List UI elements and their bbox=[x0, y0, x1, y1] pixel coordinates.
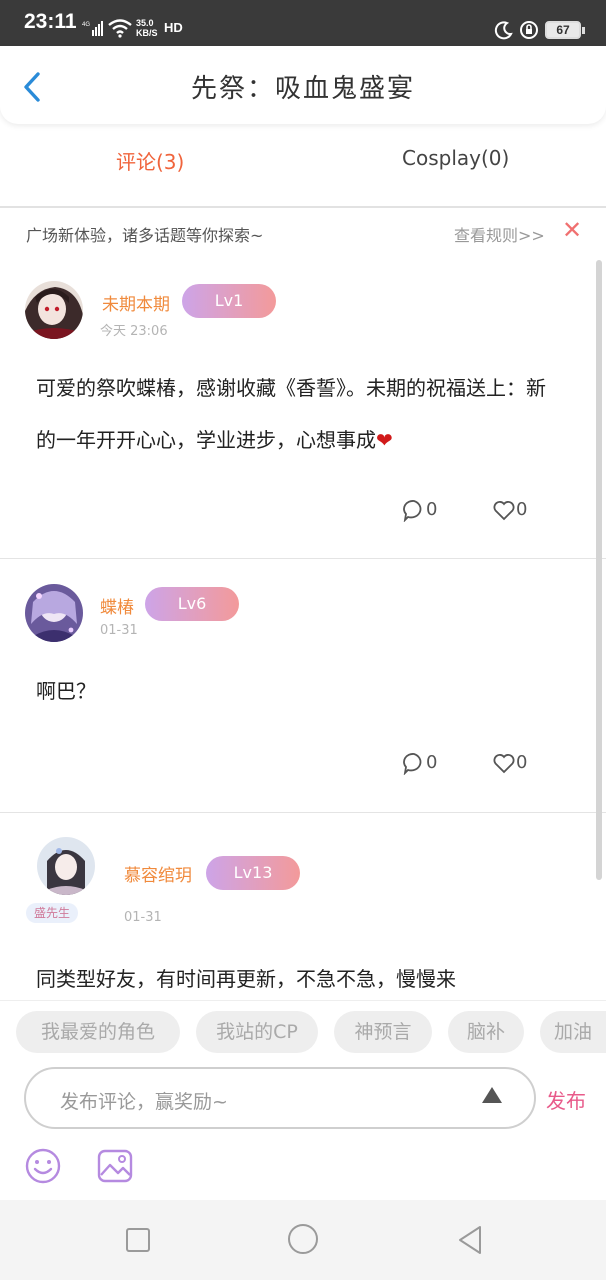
scrollbar[interactable] bbox=[596, 260, 602, 880]
moon-icon bbox=[494, 21, 513, 40]
system-nav-bar bbox=[0, 1200, 606, 1280]
publish-button[interactable]: 发布 bbox=[546, 1085, 586, 1114]
tab-comments[interactable]: 评论(3) bbox=[116, 146, 184, 175]
topic-chip[interactable]: 我最爱的角色 bbox=[16, 1011, 180, 1053]
nav-back-icon[interactable] bbox=[456, 1224, 484, 1256]
notice-bar: 广场新体验，诸多话题等你探索~ 查看规则>> ✕ bbox=[0, 208, 606, 256]
comment-input-placeholder: 发布评论，赢奖励~ bbox=[60, 1091, 228, 1113]
level-badge: Lv1 bbox=[182, 284, 276, 318]
like-button[interactable]: 0 bbox=[492, 751, 527, 775]
home-icon[interactable] bbox=[288, 1224, 318, 1254]
like-button[interactable]: 0 bbox=[492, 498, 527, 522]
topic-chip[interactable]: 加油 bbox=[540, 1011, 606, 1053]
topic-chip[interactable]: 脑补 bbox=[448, 1011, 524, 1053]
tab-cosplay[interactable]: Cosplay(0) bbox=[402, 146, 509, 170]
reply-button[interactable]: 0 bbox=[402, 498, 437, 523]
avatar[interactable] bbox=[25, 584, 83, 642]
comment-item: 蝶椿 Lv6 01-31 啊巴？ 0 0 bbox=[0, 559, 606, 813]
recent-apps-icon[interactable] bbox=[126, 1228, 150, 1252]
comment-bubble-icon bbox=[403, 753, 422, 776]
comment-text: 同类型好友，有时间再更新，不急不急，慢慢来 bbox=[36, 967, 456, 991]
comment-composer: 我最爱的角色 我站的CP 神预言 脑补 加油 发布评论，赢奖励~ 发布 bbox=[0, 1000, 606, 1200]
heart-emoji: ❤ bbox=[376, 428, 393, 452]
image-icon[interactable] bbox=[96, 1147, 134, 1185]
avatar[interactable] bbox=[25, 281, 83, 339]
tab-bar: 评论(3) Cosplay(0) bbox=[0, 128, 606, 206]
post-time: 01-31 bbox=[100, 623, 138, 638]
top-header: 先祭：吸血鬼盛宴 bbox=[0, 46, 606, 124]
comment-feed[interactable]: 未期本期 Lv1 今天 23:06 可爱的祭吹蝶椿，感谢收藏《香誓》。未期的祝福… bbox=[0, 256, 606, 1000]
level-badge: Lv13 bbox=[206, 856, 300, 890]
comment-text: 可爱的祭吹蝶椿，感谢收藏《香誓》。未期的祝福送上：新的一年开开心心，学业进步，心… bbox=[36, 376, 546, 452]
signal-icon: 4G bbox=[82, 21, 103, 36]
heart-icon bbox=[493, 754, 515, 774]
hd-indicator: HD bbox=[164, 20, 183, 35]
topic-chip[interactable]: 神预言 bbox=[334, 1011, 432, 1053]
rotation-lock-icon bbox=[520, 21, 538, 39]
close-icon[interactable]: ✕ bbox=[562, 218, 582, 242]
network-speed: 35.0 KB/S bbox=[136, 18, 158, 38]
avatar[interactable] bbox=[37, 837, 95, 895]
view-rules-link[interactable]: 查看规则>> bbox=[454, 222, 545, 246]
page-title: 先祭：吸血鬼盛宴 bbox=[190, 74, 415, 104]
comment-input[interactable]: 发布评论，赢奖励~ bbox=[24, 1067, 536, 1129]
triangle-up-icon[interactable] bbox=[480, 1085, 504, 1105]
status-bar: 23:11 4G 35.0 KB/S HD 67 bbox=[0, 0, 606, 46]
username[interactable]: 慕容绾玥 bbox=[124, 861, 192, 886]
reply-button[interactable]: 0 bbox=[402, 751, 437, 776]
post-time: 01-31 bbox=[124, 910, 162, 925]
comment-bubble-icon bbox=[403, 500, 422, 523]
username[interactable]: 蝶椿 bbox=[100, 593, 134, 618]
topic-chip[interactable]: 我站的CP bbox=[196, 1011, 318, 1053]
notice-text: 广场新体验，诸多话题等你探索~ bbox=[26, 226, 264, 245]
emoji-icon[interactable] bbox=[24, 1147, 62, 1185]
level-badge: Lv6 bbox=[145, 587, 239, 621]
comment-text: 啊巴？ bbox=[36, 679, 96, 703]
wifi-icon bbox=[108, 19, 132, 38]
heart-icon bbox=[493, 501, 515, 521]
post-time: 今天 23:06 bbox=[100, 324, 168, 339]
battery-indicator: 67 bbox=[545, 21, 585, 39]
status-time: 23:11 bbox=[24, 10, 77, 33]
title-badge: 盛先生 bbox=[26, 903, 79, 923]
network-label: 4G bbox=[82, 22, 90, 28]
comment-item: 未期本期 Lv1 今天 23:06 可爱的祭吹蝶椿，感谢收藏《香誓》。未期的祝福… bbox=[0, 256, 606, 559]
username[interactable]: 未期本期 bbox=[102, 290, 170, 315]
